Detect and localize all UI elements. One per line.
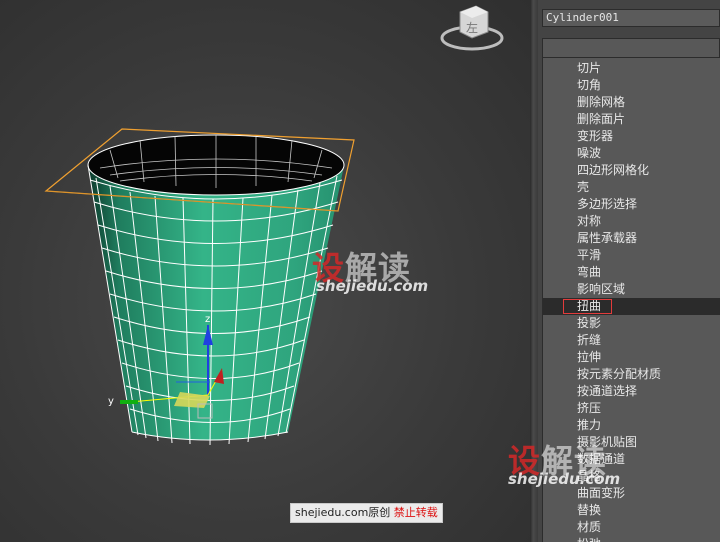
modifier-item-label: 噪波 <box>577 146 602 160</box>
modifier-item[interactable]: 对称 <box>543 213 720 230</box>
credit-tag: shejiedu.com原创 禁止转载 <box>290 503 443 523</box>
perspective-viewport[interactable]: z y 左 设解读 shejiedu.com shejiedu.com原创 禁止… <box>0 0 530 542</box>
modifier-item-label: 挤压 <box>577 401 602 415</box>
modifier-item-label: 材质 <box>577 520 602 534</box>
modifier-item[interactable]: 曲面变形 <box>543 485 720 502</box>
modifier-item[interactable]: 替换 <box>543 502 720 519</box>
modifier-item[interactable]: 切角 <box>543 77 720 94</box>
modifier-item-label: 弯曲 <box>577 265 602 279</box>
modifier-item-label: 多边形选择 <box>577 197 638 211</box>
modifier-item-label: 壳 <box>577 180 590 194</box>
modifier-item[interactable]: 材质 <box>543 519 720 536</box>
modifier-item-label: 松弛 <box>577 537 601 542</box>
modifier-item-label: 替换 <box>577 503 602 517</box>
modifier-item[interactable]: 数据通道 <box>543 451 720 468</box>
modifier-item-label: 曲面变形 <box>577 486 626 500</box>
modifier-item-label: 切片 <box>577 61 602 75</box>
modifier-item[interactable]: 删除网格 <box>543 94 720 111</box>
modifier-item-label: 折缝 <box>577 333 602 347</box>
scene-render: z y 左 <box>44 5 504 446</box>
modifier-item[interactable]: 多边形选择 <box>543 196 720 213</box>
y-axis-label: y <box>108 396 114 407</box>
modifier-item[interactable]: 摄影机贴图 <box>543 434 720 451</box>
modifier-item[interactable]: 推力 <box>543 417 720 434</box>
watermark-site: shejiedu.com <box>316 277 429 295</box>
modifier-item-label: 属性承载器 <box>577 231 638 245</box>
modifier-item-label: 影响区域 <box>577 282 626 296</box>
modifier-item-label: 删除面片 <box>577 112 626 126</box>
modifier-item-label: 摄影机贴图 <box>577 435 638 449</box>
modifier-item-label: 平滑 <box>577 248 602 262</box>
object-name-field[interactable]: Cylinder001 <box>542 9 720 27</box>
panel-divider[interactable] <box>530 0 538 542</box>
modifier-item[interactable]: 切片 <box>543 60 720 77</box>
modifier-item-selected[interactable]: 扭曲 <box>543 298 720 315</box>
modifier-item-label: 数据通道 <box>577 452 626 466</box>
modifier-item-label: 删除网格 <box>577 95 626 109</box>
modifier-item[interactable]: 折缝 <box>543 332 720 349</box>
modifier-item-label: 切角 <box>577 78 602 92</box>
modifier-item[interactable]: 变形器 <box>543 128 720 145</box>
command-panel: Cylinder001 切片切角删除网格删除面片变形器噪波四边形网格化壳多边形选… <box>538 0 720 542</box>
modifier-item[interactable]: 按通道选择 <box>543 383 720 400</box>
modifier-item[interactable]: 弯曲 <box>543 264 720 281</box>
modifier-dropdown-list[interactable]: 切片切角删除网格删除面片变形器噪波四边形网格化壳多边形选择对称属性承载器平滑弯曲… <box>542 58 720 542</box>
modifier-item-label: 按通道选择 <box>577 384 638 398</box>
modifier-item-label: 晶格 <box>577 469 602 483</box>
highlight-box <box>563 299 612 314</box>
modifier-item[interactable]: 删除面片 <box>543 111 720 128</box>
modifier-item[interactable]: 按元素分配材质 <box>543 366 720 383</box>
modifier-item[interactable]: 四边形网格化 <box>543 162 720 179</box>
modifier-item[interactable]: 平滑 <box>543 247 720 264</box>
modifier-item-label: 变形器 <box>577 129 614 143</box>
modifier-item[interactable]: 挤压 <box>543 400 720 417</box>
viewcube: 左 <box>440 5 504 51</box>
modifier-item[interactable]: 壳 <box>543 179 720 196</box>
z-axis-label: z <box>205 314 210 325</box>
modifier-item[interactable]: 投影 <box>543 315 720 332</box>
modifier-item[interactable]: 松弛 <box>543 536 720 542</box>
modifier-item-label: 四边形网格化 <box>577 163 650 177</box>
modifier-item[interactable]: 影响区域 <box>543 281 720 298</box>
modifier-item-label: 对称 <box>577 214 602 228</box>
modifier-item-label: 按元素分配材质 <box>577 367 662 381</box>
viewcube-label: 左 <box>466 20 478 35</box>
modifier-item-label: 推力 <box>577 418 602 432</box>
modifier-item[interactable]: 属性承载器 <box>543 230 720 247</box>
modifier-item[interactable]: 噪波 <box>543 145 720 162</box>
modifier-item-label: 拉伸 <box>577 350 602 364</box>
modifier-list-dropdown[interactable] <box>542 38 720 58</box>
modifier-item-label: 投影 <box>577 316 602 330</box>
modifier-item[interactable]: 拉伸 <box>543 349 720 366</box>
modifier-item[interactable]: 晶格 <box>543 468 720 485</box>
cylinder-object <box>87 134 345 446</box>
